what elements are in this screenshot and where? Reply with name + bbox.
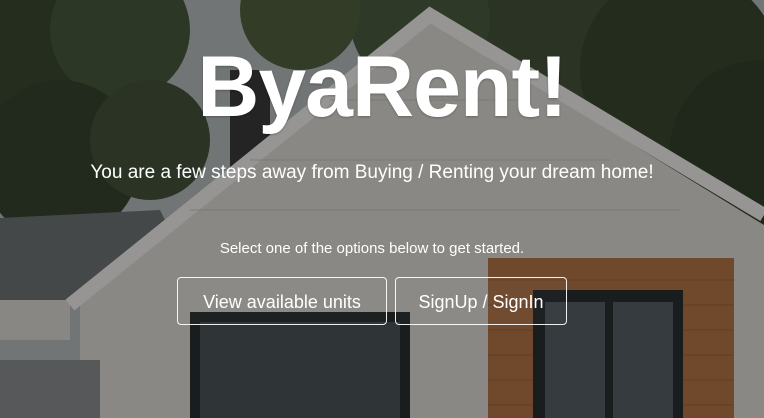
hero-tagline: You are a few steps away from Buying / R… (90, 162, 654, 183)
hero-section: ByaRent! You are a few steps away from B… (0, 0, 764, 418)
signup-signin-button[interactable]: SignUp / SignIn (395, 277, 567, 325)
view-units-button[interactable]: View available units (177, 277, 387, 325)
brand-title: ByaRent! (197, 39, 568, 135)
hero-hint: Select one of the options below to get s… (219, 240, 525, 257)
hero-content: ByaRent! You are a few steps away from B… (0, 0, 764, 418)
